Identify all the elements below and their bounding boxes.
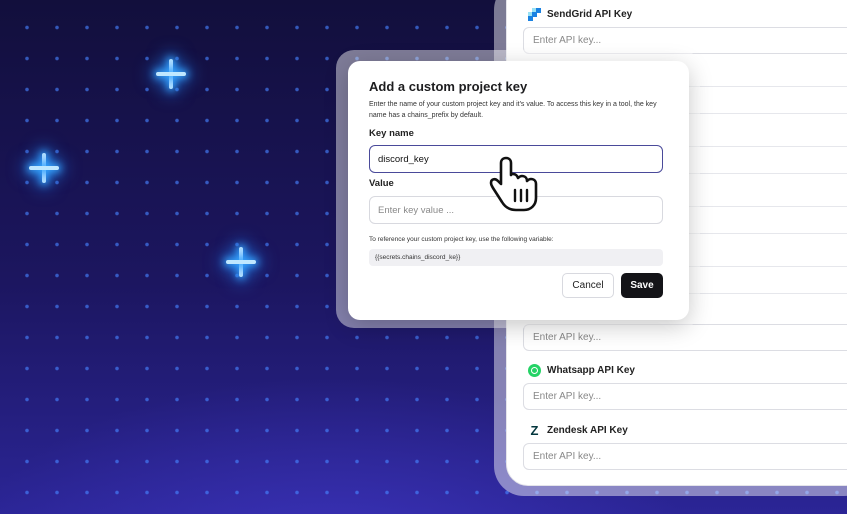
whatsapp-label-text: Whatsapp API Key <box>547 365 635 376</box>
dialog-title: Add a custom project key <box>369 79 528 94</box>
dialog-description: Enter the name of your custom project ke… <box>369 101 657 119</box>
zendesk-label-text: Zendesk API Key <box>547 425 628 436</box>
hand-pointer-icon <box>489 156 538 212</box>
api-key-input-placeholder: Enter API key... <box>533 332 602 343</box>
reference-variable: {{secrets.chains_discord_ke}} <box>375 254 461 261</box>
zendesk-api-key-label: Z Zendesk API Key <box>528 424 628 437</box>
whatsapp-api-key-label: Whatsapp API Key <box>528 364 635 377</box>
reference-instructions: To reference your custom project key, us… <box>369 236 554 243</box>
reference-variable-box[interactable]: {{secrets.chains_discord_ke}} <box>369 249 663 266</box>
zendesk-icon: Z <box>530 423 539 438</box>
sparkle-icon <box>29 153 59 183</box>
key-name-value: discord_key <box>378 153 429 165</box>
zendesk-api-key-input[interactable]: Enter API key... <box>523 443 847 470</box>
sendgrid-input-placeholder: Enter API key... <box>533 35 602 46</box>
sendgrid-label-text: SendGrid API Key <box>547 9 633 20</box>
key-value-placeholder: Enter key value ... <box>378 204 455 216</box>
whatsapp-icon <box>528 364 541 377</box>
whatsapp-api-key-input[interactable]: Enter API key... <box>523 383 847 410</box>
key-name-label: Key name <box>369 128 414 139</box>
sendgrid-icon <box>528 8 541 21</box>
sparkle-icon <box>156 59 186 89</box>
whatsapp-input-placeholder: Enter API key... <box>533 391 602 402</box>
value-label: Value <box>369 178 394 189</box>
cancel-button[interactable]: Cancel <box>562 273 614 298</box>
api-key-input[interactable]: Enter API key... <box>523 324 847 351</box>
sparkle-icon <box>226 247 256 277</box>
zendesk-input-placeholder: Enter API key... <box>533 451 602 462</box>
sendgrid-api-key-label: SendGrid API Key <box>528 8 632 21</box>
save-button[interactable]: Save <box>621 273 663 298</box>
